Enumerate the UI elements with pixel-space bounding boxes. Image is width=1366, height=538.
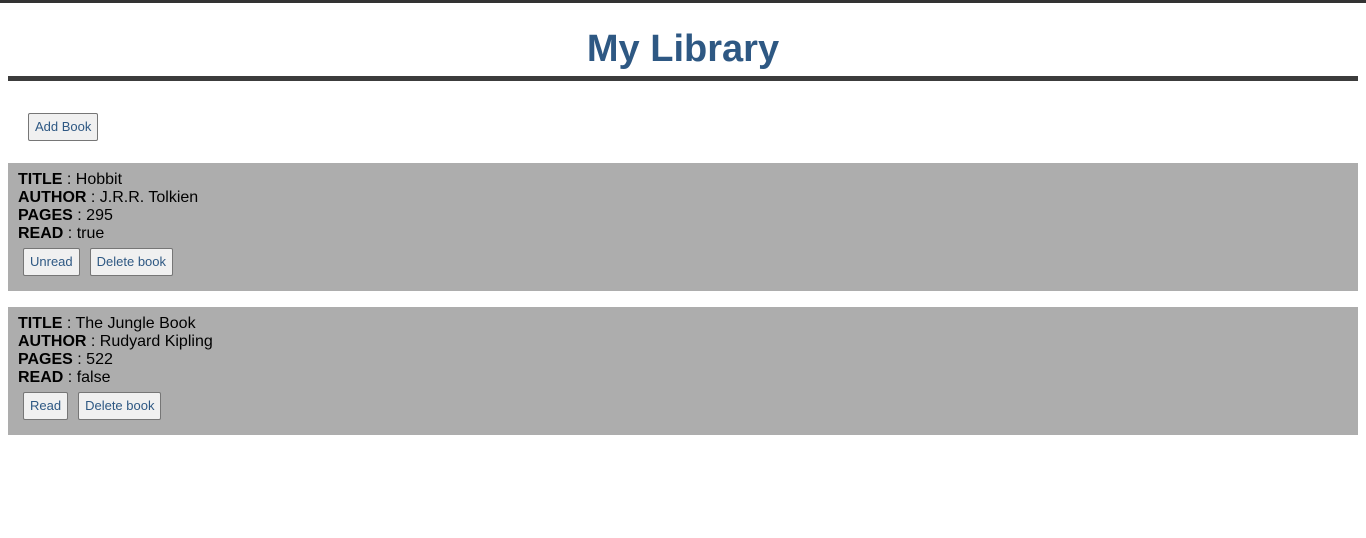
book-card: TITLE : The Jungle Book AUTHOR : Rudyard… [8,307,1358,435]
separator: : [63,225,77,242]
author-label: AUTHOR [18,333,87,350]
pages-label: PAGES [18,351,73,368]
book-read-row: READ : false [18,369,1348,387]
book-author-row: AUTHOR : Rudyard Kipling [18,333,1348,351]
book-title-row: TITLE : The Jungle Book [18,315,1348,333]
book-read-status: true [76,225,105,242]
book-card: TITLE : Hobbit AUTHOR : J.R.R. Tolkien P… [8,163,1358,291]
book-author-row: AUTHOR : J.R.R. Tolkien [18,189,1348,207]
book-pages-row: PAGES : 295 [18,207,1348,225]
book-author: Rudyard Kipling [99,333,213,350]
page-title: My Library [586,28,780,70]
separator: : [72,207,87,224]
separator: : [62,171,76,188]
delete-book-button[interactable]: Delete book [78,392,162,420]
author-label: AUTHOR [18,189,87,206]
separator: : [86,189,100,206]
book-title-row: TITLE : Hobbit [18,171,1348,189]
book-read-status: false [76,369,111,386]
book-pages-row: PAGES : 522 [18,351,1348,369]
book-actions: Read Delete book [18,392,1348,420]
separator: : [72,351,87,368]
book-title: The Jungle Book [75,315,196,332]
toolbar: Add Book [8,81,1358,143]
add-book-button[interactable]: Add Book [28,113,99,141]
book-author: J.R.R. Tolkien [99,189,199,206]
read-label: READ [18,369,64,386]
toggle-read-button[interactable]: Unread [23,248,80,276]
book-actions: Unread Delete book [18,248,1348,276]
separator: : [86,333,100,350]
library-app: My Library Add Book TITLE : Hobbit AUTHO… [8,3,1358,451]
book-pages: 522 [86,351,113,368]
read-label: READ [18,225,64,242]
book-list: TITLE : Hobbit AUTHOR : J.R.R. Tolkien P… [8,163,1358,435]
book-pages: 295 [86,207,113,224]
book-read-row: READ : true [18,225,1348,243]
title-label: TITLE [18,315,63,332]
separator: : [62,315,76,332]
delete-book-button[interactable]: Delete book [89,248,174,276]
separator: : [63,369,77,386]
toggle-read-button[interactable]: Read [23,392,69,420]
pages-label: PAGES [18,207,73,224]
title-label: TITLE [18,171,63,188]
book-title: Hobbit [75,171,123,188]
